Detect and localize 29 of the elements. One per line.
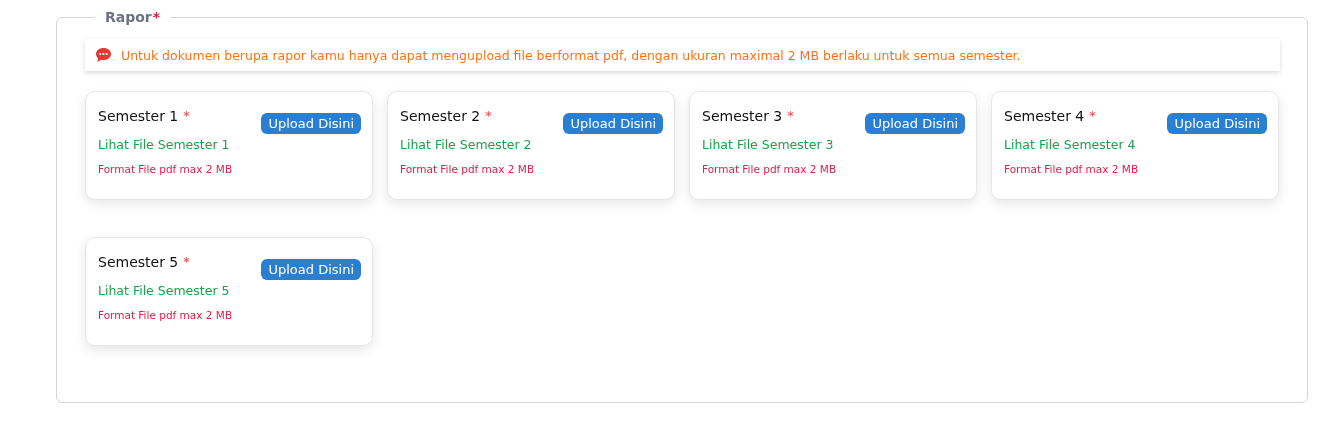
format-hint: Format File pdf max 2 MB — [98, 309, 234, 321]
required-mark: * — [485, 108, 492, 124]
required-mark: * — [183, 254, 190, 270]
semester-title: Semester 4 — [1004, 108, 1085, 124]
semester-title: Semester 2 — [400, 108, 481, 124]
format-hint: Format File pdf max 2 MB — [1004, 163, 1140, 175]
format-hint: Format File pdf max 2 MB — [400, 163, 536, 175]
semester-title: Semester 5 — [98, 254, 179, 270]
view-file-link[interactable]: Lihat File Semester 3 — [702, 137, 834, 152]
upload-button[interactable]: Upload Disini — [261, 113, 361, 134]
required-mark: * — [152, 9, 161, 25]
format-hint: Format File pdf max 2 MB — [702, 163, 838, 175]
upload-button[interactable]: Upload Disini — [1167, 113, 1267, 134]
notice-text: Untuk dokumen berupa rapor kamu hanya dapat mengupload file berformat pdf, dengan ukuran maximal 2 MB berlaku untuk semua semester. — [121, 47, 1021, 63]
upload-button[interactable]: Upload Disini — [865, 113, 965, 134]
view-file-link[interactable]: Lihat File Semester 4 — [1004, 137, 1136, 152]
chat-bubble-icon — [95, 47, 112, 63]
view-file-link[interactable]: Lihat File Semester 2 — [400, 137, 532, 152]
upload-button[interactable]: Upload Disini — [563, 113, 663, 134]
semester-title: Semester 1 — [98, 108, 179, 124]
required-mark: * — [787, 108, 794, 124]
section-title: Rapor — [105, 9, 152, 25]
semester-title: Semester 3 — [702, 108, 783, 124]
required-mark: * — [183, 108, 190, 124]
view-file-link[interactable]: Lihat File Semester 1 — [98, 137, 230, 152]
required-mark: * — [1089, 108, 1096, 124]
upload-button[interactable]: Upload Disini — [261, 259, 361, 280]
format-hint: Format File pdf max 2 MB — [98, 163, 234, 175]
view-file-link[interactable]: Lihat File Semester 5 — [98, 283, 230, 298]
